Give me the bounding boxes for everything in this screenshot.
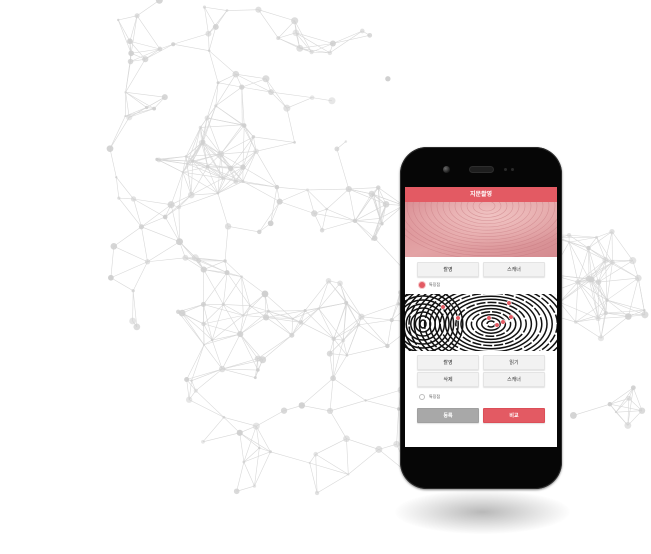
feature-point-label: 특징점 (429, 282, 441, 287)
feature-point-radio-unselected[interactable] (419, 394, 425, 400)
finger-photo-preview (405, 202, 557, 257)
proximity-sensor (504, 168, 507, 171)
feature-point-option-2[interactable]: 특징점 (405, 392, 557, 402)
register-button[interactable]: 등록 (417, 408, 479, 423)
read-button[interactable]: 읽기 (483, 355, 545, 370)
scanner-button[interactable]: 스캐너 (483, 262, 545, 277)
scanner-button-2[interactable]: 스캐너 (483, 372, 545, 387)
feature-point-label-2: 특징점 (429, 394, 441, 399)
page-title: 지문촬영 (405, 187, 557, 202)
delete-button[interactable]: 삭제 (417, 372, 479, 387)
capture-button[interactable]: 촬영 (417, 262, 479, 277)
fingerprint-image (405, 294, 557, 351)
app-screen: 지문촬영 촬영 스캐너 특징점 촬영 읽기 삭제 스캐너 특징점 등록 비교 (405, 187, 557, 447)
light-sensor (511, 168, 514, 171)
compare-button[interactable]: 비교 (483, 408, 545, 423)
phone-shadow (395, 490, 570, 534)
capture-button-2[interactable]: 촬영 (417, 355, 479, 370)
smartphone-mockup: 지문촬영 촬영 스캐너 특징점 촬영 읽기 삭제 스캐너 특징점 등록 비교 (400, 147, 562, 489)
feature-point-radio-selected[interactable] (419, 282, 425, 288)
feature-point-option[interactable]: 특징점 (405, 280, 557, 290)
speaker-grille (470, 167, 493, 172)
front-camera-icon (443, 166, 450, 173)
